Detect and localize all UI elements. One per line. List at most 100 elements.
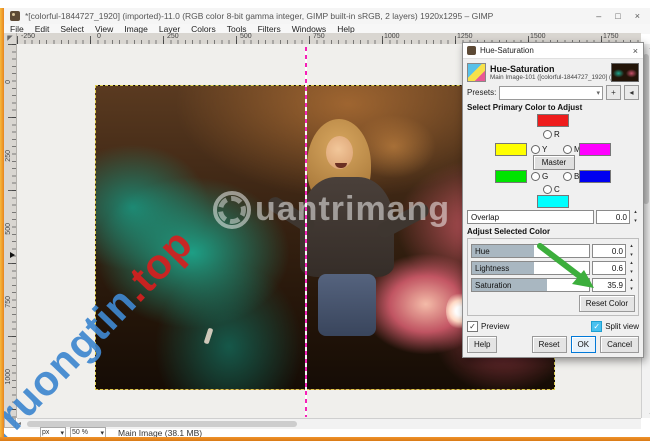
spin-down-icon[interactable]: ▾ — [628, 270, 635, 275]
plus-icon: + — [611, 88, 616, 97]
channel-y-label: Y — [542, 145, 548, 154]
channel-selector: R Y M Master G B C — [467, 114, 639, 208]
hue-label: Hue — [475, 247, 490, 256]
dialog-header-title: Hue-Saturation — [490, 64, 555, 74]
channel-b-radio[interactable]: B — [563, 172, 579, 181]
add-preset-button[interactable]: + — [606, 85, 621, 100]
scroll-up-icon[interactable]: ▴ — [647, 44, 650, 51]
radio-icon — [531, 145, 540, 154]
reset-color-button[interactable]: Reset Color — [578, 295, 635, 312]
spin-up-icon[interactable]: ▴ — [628, 261, 635, 266]
status-message: Main Image (38.1 MB) — [118, 427, 203, 438]
minimize-button[interactable]: – — [596, 11, 601, 21]
watermark-text: uantrimang — [255, 190, 451, 228]
red-swatch — [537, 114, 569, 127]
ruler-position-marker — [10, 252, 15, 258]
master-channel-button[interactable]: Master — [533, 155, 575, 170]
overlap-value[interactable]: 0.0 — [596, 210, 630, 224]
zoom-value: 50 % — [72, 429, 88, 436]
dialog-icon — [467, 46, 476, 55]
dialog-title: Hue-Saturation — [480, 46, 534, 55]
ruler-label: 1500 — [530, 33, 546, 40]
frame-border — [0, 8, 4, 441]
preset-menu-icon: ◂ — [629, 88, 634, 97]
select-primary-label: Select Primary Color to Adjust — [467, 103, 583, 112]
scroll-down-icon[interactable]: ▾ — [647, 411, 650, 418]
unit-value: px — [42, 429, 50, 436]
lightness-spinner[interactable]: ▴ ▾ — [628, 261, 635, 275]
presets-dropdown[interactable]: ▾ — [499, 85, 603, 100]
chevron-down-icon: ▾ — [596, 89, 600, 97]
split-view-divider[interactable] — [305, 47, 307, 417]
ruler-label: 750 — [313, 33, 325, 40]
channel-g-label: G — [542, 172, 549, 181]
hue-spinner[interactable]: ▴ ▾ — [628, 244, 635, 258]
spin-down-icon[interactable]: ▾ — [628, 253, 635, 258]
spin-down-icon[interactable]: ▾ — [628, 287, 635, 292]
status-bar: px ▾ 50 % ▾ Main Image (38.1 MB) — [4, 427, 650, 438]
overlap-spinner[interactable]: ▴ ▾ — [632, 210, 639, 224]
ruler-label: 250 — [5, 150, 12, 162]
spin-up-icon[interactable]: ▴ — [628, 244, 635, 249]
spin-up-icon[interactable]: ▴ — [632, 210, 639, 215]
cyan-swatch — [537, 195, 569, 208]
checkbox-checked-icon: ✓ — [591, 321, 603, 332]
spin-up-icon[interactable]: ▴ — [628, 278, 635, 283]
split-view-checkbox[interactable]: ✓ Split view — [591, 321, 639, 332]
ruler-label: 500 — [240, 33, 252, 40]
saturation-label: Saturation — [475, 281, 512, 290]
ruler-label: 750 — [5, 296, 12, 308]
radio-icon — [563, 145, 572, 154]
radio-icon — [563, 172, 572, 181]
dialog-close-icon[interactable]: × — [633, 46, 638, 56]
master-label: Master — [541, 158, 567, 167]
yellow-swatch — [495, 143, 527, 156]
gimp-app-icon — [10, 11, 20, 21]
cancel-button[interactable]: Cancel — [600, 336, 639, 353]
photo-smoke-stick — [203, 328, 214, 345]
horizontal-scrollbar-thumb[interactable] — [27, 421, 297, 427]
quantrimang-logo-icon — [213, 190, 251, 229]
title-bar: *[colorful-1844727_1920] (imported)-11.0… — [4, 8, 650, 25]
ruler-label: 1750 — [603, 33, 619, 40]
channel-r-radio[interactable]: R — [543, 130, 560, 139]
green-swatch — [495, 170, 527, 183]
spin-down-icon[interactable]: ▾ — [632, 219, 639, 224]
maximize-button[interactable]: □ — [615, 11, 620, 21]
dialog-header-subtitle: Main Image-101 ([colorful-1844727_1920] … — [490, 74, 611, 81]
chevron-down-icon: ▾ — [60, 429, 64, 437]
dialog-title-bar[interactable]: Hue-Saturation × — [463, 43, 643, 59]
channel-c-label: C — [554, 185, 560, 194]
split-view-label: Split view — [605, 322, 639, 331]
ok-button[interactable]: OK — [570, 336, 597, 353]
adjust-selected-label: Adjust Selected Color — [467, 227, 551, 236]
frame-border — [0, 437, 650, 441]
preview-checkbox[interactable]: ✓ Preview — [467, 321, 509, 332]
window-title: *[colorful-1844727_1920] (imported)-11.0… — [25, 11, 494, 21]
chevron-down-icon: ▾ — [100, 429, 104, 437]
preview-label: Preview — [481, 322, 510, 331]
radio-icon — [543, 130, 552, 139]
saturation-spinner[interactable]: ▴ ▾ — [628, 278, 635, 292]
radio-icon — [531, 172, 540, 181]
help-button[interactable]: Help — [467, 336, 498, 353]
vertical-ruler: 0 250 500 750 1000 — [4, 44, 17, 418]
channel-y-radio[interactable]: Y — [531, 145, 547, 154]
ruler-label: -250 — [21, 33, 36, 40]
channel-c-radio[interactable]: C — [543, 185, 560, 194]
annotation-arrow-icon — [537, 243, 594, 288]
hue-saturation-dialog: Hue-Saturation × Hue-Saturation Main Ima… — [462, 42, 644, 358]
photo-woman-jeans — [318, 273, 377, 336]
ruler-label: 1250 — [457, 33, 473, 40]
close-button[interactable]: × — [635, 11, 640, 21]
preset-menu-button[interactable]: ◂ — [624, 85, 639, 100]
reset-button[interactable]: Reset — [531, 336, 567, 353]
watermark-quantrimang: uantrimang — [213, 190, 450, 229]
magenta-swatch — [579, 143, 611, 156]
channel-g-radio[interactable]: G — [531, 172, 548, 181]
checkbox-icon: ✓ — [467, 321, 478, 332]
channel-r-label: R — [554, 130, 560, 139]
blue-swatch — [579, 170, 611, 183]
ruler-label: 250 — [167, 33, 179, 40]
overlap-slider[interactable]: Overlap — [467, 210, 594, 224]
